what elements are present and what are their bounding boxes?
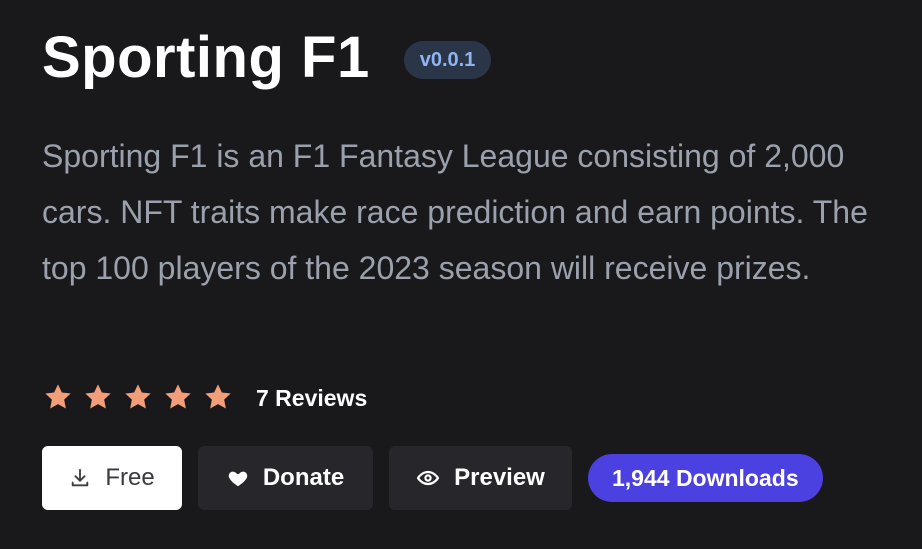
- star-icon: [42, 381, 78, 415]
- donate-button-label: Donate: [262, 464, 345, 491]
- preview-button-label: Preview: [454, 464, 545, 491]
- star-icon: [82, 381, 118, 415]
- eye-icon: [416, 466, 440, 490]
- preview-button[interactable]: Preview: [389, 446, 572, 510]
- rating-row: 7 Reviews: [42, 381, 367, 415]
- app-description: Sporting F1 is an F1 Fantasy League cons…: [42, 138, 868, 286]
- star-icon: [162, 381, 198, 415]
- star-icon: [202, 381, 238, 415]
- title-row: Sporting F1 v0.0.1: [42, 25, 492, 90]
- reviews-link[interactable]: 7 Reviews: [256, 385, 367, 412]
- heart-icon: [227, 467, 249, 489]
- version-badge: v0.0.1: [403, 41, 492, 79]
- star-rating: [42, 381, 238, 415]
- free-download-button[interactable]: Free: [42, 446, 182, 510]
- donate-button[interactable]: Donate: [198, 446, 373, 510]
- free-button-label: Free: [105, 464, 155, 491]
- app-title: Sporting F1: [42, 25, 370, 90]
- star-icon: [122, 381, 158, 415]
- download-icon: [69, 467, 91, 489]
- downloads-badge: 1,944 Downloads: [588, 454, 823, 502]
- action-bar: Free Donate Preview 1,944 Downloads: [42, 446, 823, 510]
